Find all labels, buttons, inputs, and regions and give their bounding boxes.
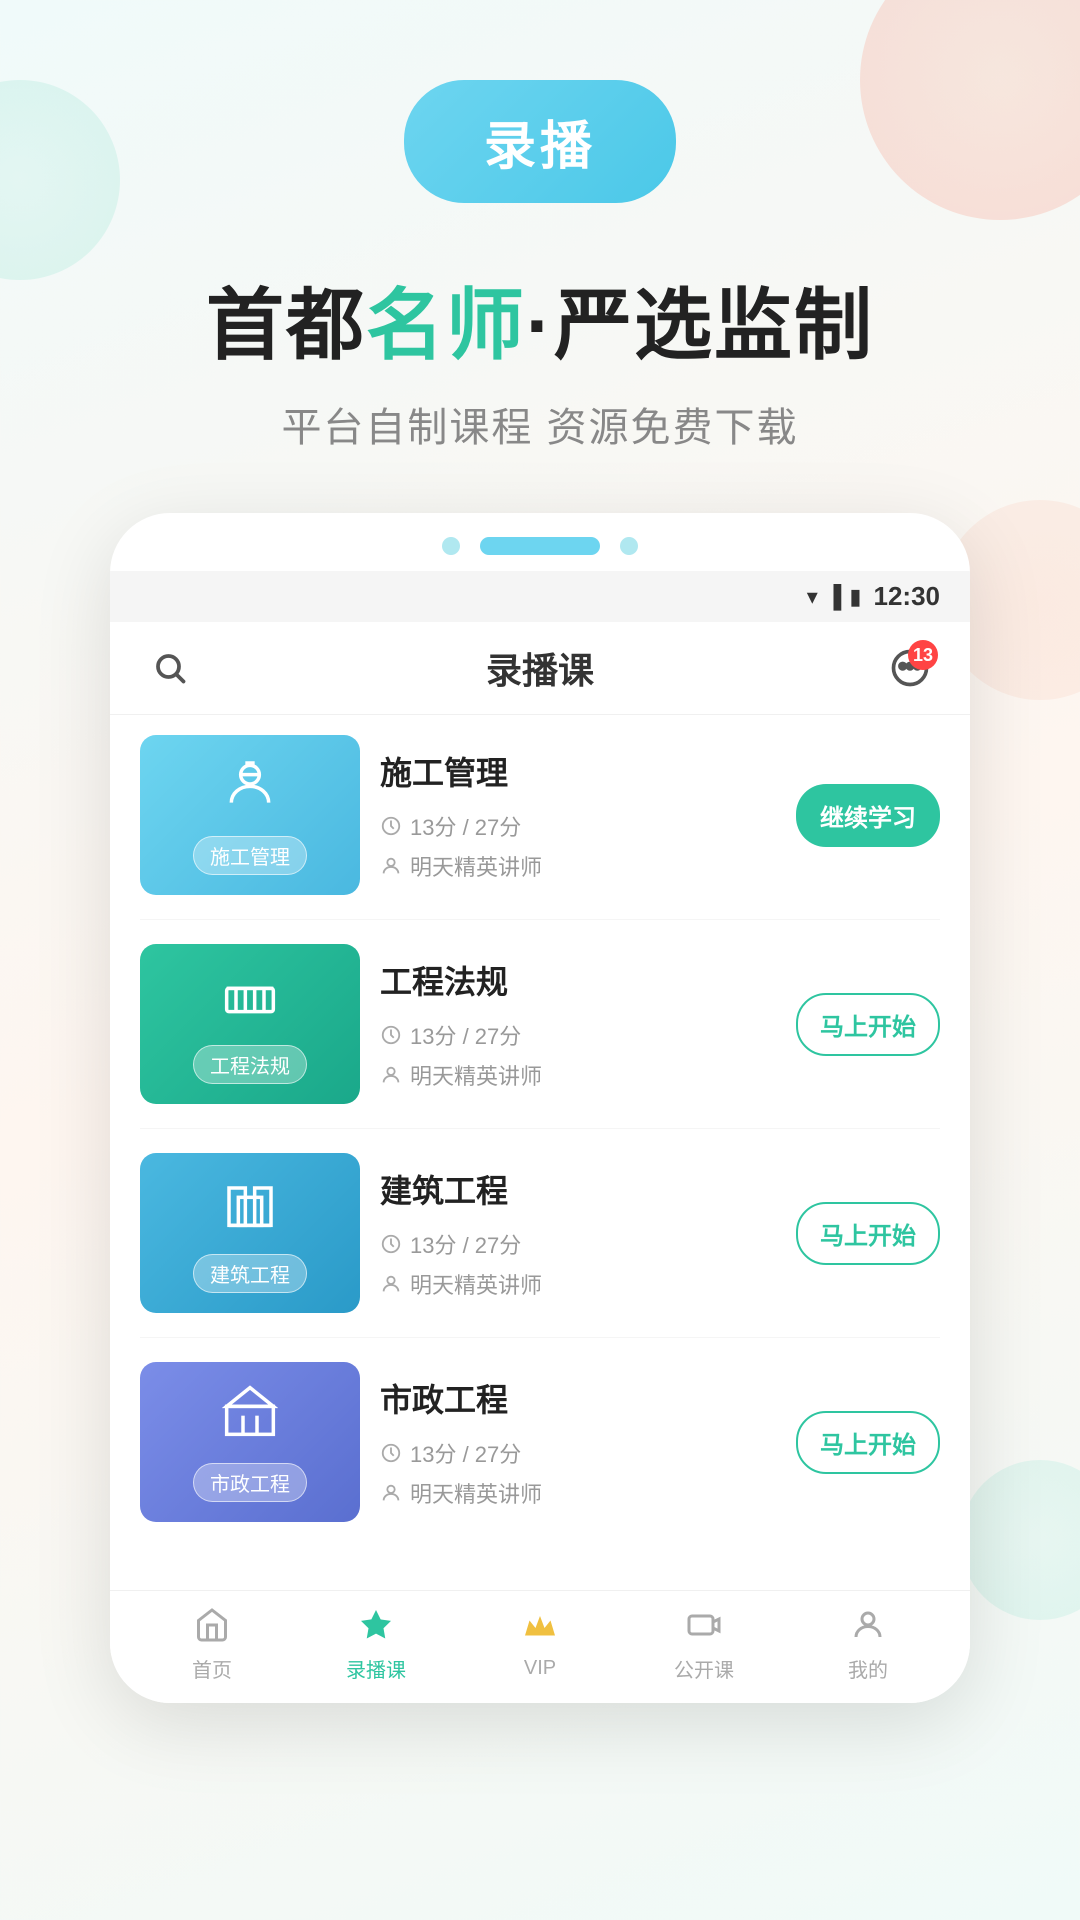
dot-middle (480, 537, 600, 555)
nav-item-vip[interactable]: VIP (458, 1610, 622, 1680)
course-item-shigong[interactable]: 施工管理 施工管理 13分 / 27分 明天精英讲师 继续学习 (140, 735, 940, 920)
recording-badge[interactable]: 录播 (404, 80, 676, 203)
nav-item-mine[interactable]: 我的 (786, 1607, 950, 1683)
notification-count: 13 (908, 640, 938, 670)
dot-right (620, 537, 638, 555)
course-action-shizheng[interactable]: 马上开始 (796, 1411, 940, 1474)
teacher-name-gongcheng: 明天精英讲师 (410, 1059, 542, 1091)
course-duration-jianzhu: 13分 / 27分 (410, 1228, 521, 1260)
course-teacher-shigong: 明天精英讲师 (380, 850, 776, 882)
course-action-shigong[interactable]: 继续学习 (796, 784, 940, 847)
wifi-icon: ▾ (807, 584, 818, 610)
course-meta-jianzhu: 13分 / 27分 (380, 1228, 776, 1260)
headline-part1: 首都 (206, 281, 366, 369)
nav-label-home: 首页 (192, 1654, 232, 1683)
search-button[interactable] (146, 644, 194, 692)
course-name-shigong: 施工管理 (380, 748, 776, 794)
top-section: 录播 首都名师·严选监制 平台自制课程 资源免费下载 ▾ ▐ ▮ 12:30 (0, 0, 1080, 1703)
thumb-icon-shizheng (222, 1383, 278, 1451)
course-item-shizheng[interactable]: 市政工程 市政工程 13分 / 27分 明天精英讲师 马上开始 (140, 1362, 940, 1546)
course-meta-shigong: 13分 / 27分 (380, 810, 776, 842)
nav-icon-recording (358, 1607, 394, 1648)
start-button-shizheng[interactable]: 马上开始 (796, 1411, 940, 1474)
continue-button-shigong[interactable]: 继续学习 (796, 784, 940, 847)
nav-item-live[interactable]: 公开课 (622, 1607, 786, 1683)
course-info-shigong: 施工管理 13分 / 27分 明天精英讲师 (360, 748, 796, 882)
headline-highlight: 名师 (366, 281, 526, 369)
phone-dots (110, 513, 970, 571)
teacher-name-shigong: 明天精英讲师 (410, 850, 542, 882)
phone-mockup: ▾ ▐ ▮ 12:30 录播课 13 (110, 513, 970, 1703)
course-name-jianzhu: 建筑工程 (380, 1166, 776, 1212)
course-info-jianzhu: 建筑工程 13分 / 27分 明天精英讲师 (360, 1166, 796, 1300)
course-thumb-shigong: 施工管理 (140, 735, 360, 895)
teacher-name-jianzhu: 明天精英讲师 (410, 1268, 542, 1300)
bottom-nav: 首页 录播课 VIP 公开课 我的 (110, 1590, 970, 1703)
status-time: 12:30 (874, 581, 941, 612)
course-duration-shigong: 13分 / 27分 (410, 810, 521, 842)
app-title: 录播课 (486, 642, 594, 694)
course-teacher-gongcheng: 明天精英讲师 (380, 1059, 776, 1091)
course-list: 施工管理 施工管理 13分 / 27分 明天精英讲师 继续学习 工程法规 工程法… (110, 715, 970, 1590)
thumb-label-shigong: 施工管理 (193, 836, 307, 875)
course-meta-shizheng: 13分 / 27分 (380, 1437, 776, 1469)
course-meta-gongcheng: 13分 / 27分 (380, 1019, 776, 1051)
status-bar: ▾ ▐ ▮ 12:30 (110, 571, 970, 622)
nav-item-home[interactable]: 首页 (130, 1607, 294, 1683)
battery-icon: ▮ (849, 584, 861, 610)
signal-icon: ▐ (826, 584, 842, 610)
course-thumb-shizheng: 市政工程 (140, 1362, 360, 1522)
subtitle: 平台自制课程 资源免费下载 (281, 395, 798, 453)
thumb-icon-shigong (222, 756, 278, 824)
course-action-gongcheng[interactable]: 马上开始 (796, 993, 940, 1056)
course-action-jianzhu[interactable]: 马上开始 (796, 1202, 940, 1265)
course-name-gongcheng: 工程法规 (380, 957, 776, 1003)
status-icons: ▾ ▐ ▮ (807, 584, 862, 610)
course-duration-gongcheng: 13分 / 27分 (410, 1019, 521, 1051)
nav-label-live: 公开课 (674, 1654, 734, 1683)
course-thumb-jianzhu: 建筑工程 (140, 1153, 360, 1313)
teacher-name-shizheng: 明天精英讲师 (410, 1477, 542, 1509)
dot-left (442, 537, 460, 555)
course-item-jianzhu[interactable]: 建筑工程 建筑工程 13分 / 27分 明天精英讲师 马上开始 (140, 1153, 940, 1338)
course-info-gongcheng: 工程法规 13分 / 27分 明天精英讲师 (360, 957, 796, 1091)
thumb-label-jianzhu: 建筑工程 (193, 1254, 307, 1293)
course-name-shizheng: 市政工程 (380, 1375, 776, 1421)
start-button-gongcheng[interactable]: 马上开始 (796, 993, 940, 1056)
thumb-label-shizheng: 市政工程 (193, 1463, 307, 1502)
app-header: 录播课 13 (110, 622, 970, 715)
course-item-gongcheng[interactable]: 工程法规 工程法规 13分 / 27分 明天精英讲师 马上开始 (140, 944, 940, 1129)
nav-icon-mine (850, 1607, 886, 1648)
course-info-shizheng: 市政工程 13分 / 27分 明天精英讲师 (360, 1375, 796, 1509)
nav-label-vip: VIP (524, 1657, 556, 1680)
thumb-label-gongcheng: 工程法规 (193, 1045, 307, 1084)
thumb-icon-gongcheng (222, 965, 278, 1033)
course-teacher-shizheng: 明天精英讲师 (380, 1477, 776, 1509)
nav-icon-home (194, 1607, 230, 1648)
nav-label-recording: 录播课 (346, 1654, 406, 1683)
nav-label-mine: 我的 (848, 1654, 888, 1683)
headline-part2: ·严选监制 (526, 281, 874, 369)
course-teacher-jianzhu: 明天精英讲师 (380, 1268, 776, 1300)
course-duration-shizheng: 13分 / 27分 (410, 1437, 521, 1469)
start-button-jianzhu[interactable]: 马上开始 (796, 1202, 940, 1265)
nav-icon-live (686, 1607, 722, 1648)
nav-item-recording[interactable]: 录播课 (294, 1607, 458, 1683)
nav-icon-vip (522, 1610, 558, 1651)
headline: 首都名师·严选监制 (206, 263, 874, 375)
thumb-icon-jianzhu (222, 1174, 278, 1242)
course-thumb-gongcheng: 工程法规 (140, 944, 360, 1104)
notification-button[interactable]: 13 (886, 644, 934, 692)
